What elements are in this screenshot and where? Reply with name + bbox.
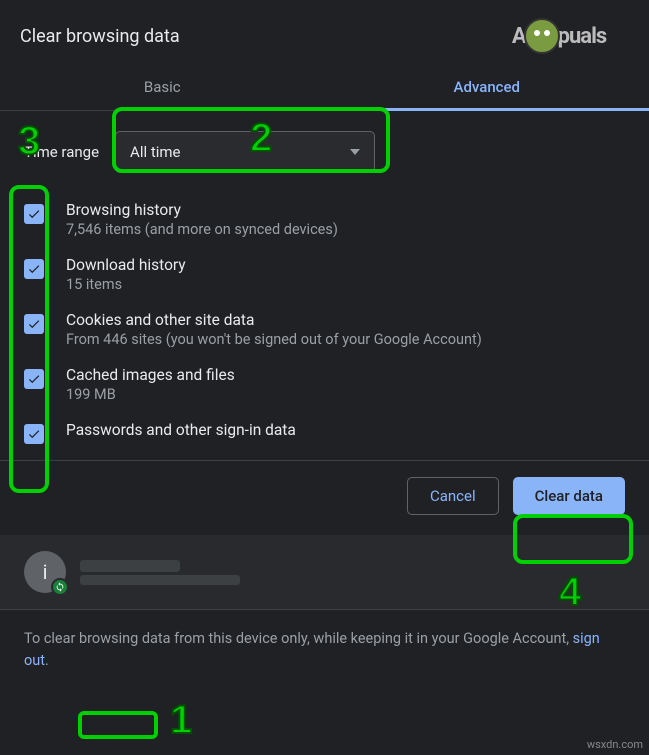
- checkbox-browsing-history[interactable]: [24, 204, 44, 224]
- list-item: Cookies and other site data From 446 sit…: [24, 311, 625, 348]
- tab-bar: Basic Advanced: [0, 64, 649, 111]
- item-title: Browsing history: [66, 201, 338, 219]
- item-subtitle: 15 items: [66, 276, 186, 293]
- annotation-number-1: 1: [170, 698, 192, 743]
- checkbox-cached-files[interactable]: [24, 369, 44, 389]
- footer-note: To clear browsing data from this device …: [0, 610, 649, 690]
- chevron-down-icon: [350, 149, 360, 155]
- list-item: Browsing history 7,546 items (and more o…: [24, 201, 625, 238]
- clear-data-button[interactable]: Clear data: [513, 477, 625, 515]
- account-info: [80, 560, 240, 585]
- annotation-box-1: [78, 711, 158, 739]
- item-title: Passwords and other sign-in data: [66, 421, 296, 439]
- cancel-button[interactable]: Cancel: [407, 477, 499, 515]
- check-icon: [27, 317, 41, 331]
- footer-text: To clear browsing data from this device …: [24, 630, 573, 647]
- dialog-title: Clear browsing data: [20, 26, 180, 47]
- list-item: Passwords and other sign-in data: [24, 421, 625, 444]
- item-subtitle: 7,546 items (and more on synced devices): [66, 221, 338, 238]
- account-row: i: [0, 535, 649, 610]
- item-title: Cached images and files: [66, 366, 235, 384]
- time-range-label: Time range: [24, 143, 99, 161]
- check-icon: [27, 427, 41, 441]
- tab-advanced[interactable]: Advanced: [325, 64, 649, 110]
- item-title: Cookies and other site data: [66, 311, 482, 329]
- avatar: i: [24, 551, 66, 593]
- checkbox-cookies[interactable]: [24, 314, 44, 334]
- logo-text-right: puals: [558, 24, 607, 49]
- logo-mascot-icon: [524, 18, 560, 54]
- avatar-initial: i: [43, 560, 48, 584]
- check-icon: [27, 262, 41, 276]
- item-title: Download history: [66, 256, 186, 274]
- item-subtitle: From 446 sites (you won't be signed out …: [66, 331, 482, 348]
- tab-basic[interactable]: Basic: [0, 64, 325, 110]
- check-icon: [27, 372, 41, 386]
- account-email-redacted: [80, 575, 240, 585]
- data-type-list: Browsing history 7,546 items (and more o…: [24, 201, 625, 444]
- time-range-select[interactable]: All time: [115, 131, 375, 173]
- item-subtitle: 199 MB: [66, 386, 235, 403]
- account-name-redacted: [80, 560, 180, 572]
- brand-logo: A puals: [489, 16, 629, 56]
- sync-badge-icon: [51, 578, 69, 596]
- checkbox-download-history[interactable]: [24, 259, 44, 279]
- check-icon: [27, 207, 41, 221]
- list-item: Cached images and files 199 MB: [24, 366, 625, 403]
- watermark: wsxdn.com: [587, 738, 643, 751]
- checkbox-passwords[interactable]: [24, 424, 44, 444]
- footer-text-end: .: [45, 652, 49, 669]
- time-range-value: All time: [130, 143, 180, 161]
- list-item: Download history 15 items: [24, 256, 625, 293]
